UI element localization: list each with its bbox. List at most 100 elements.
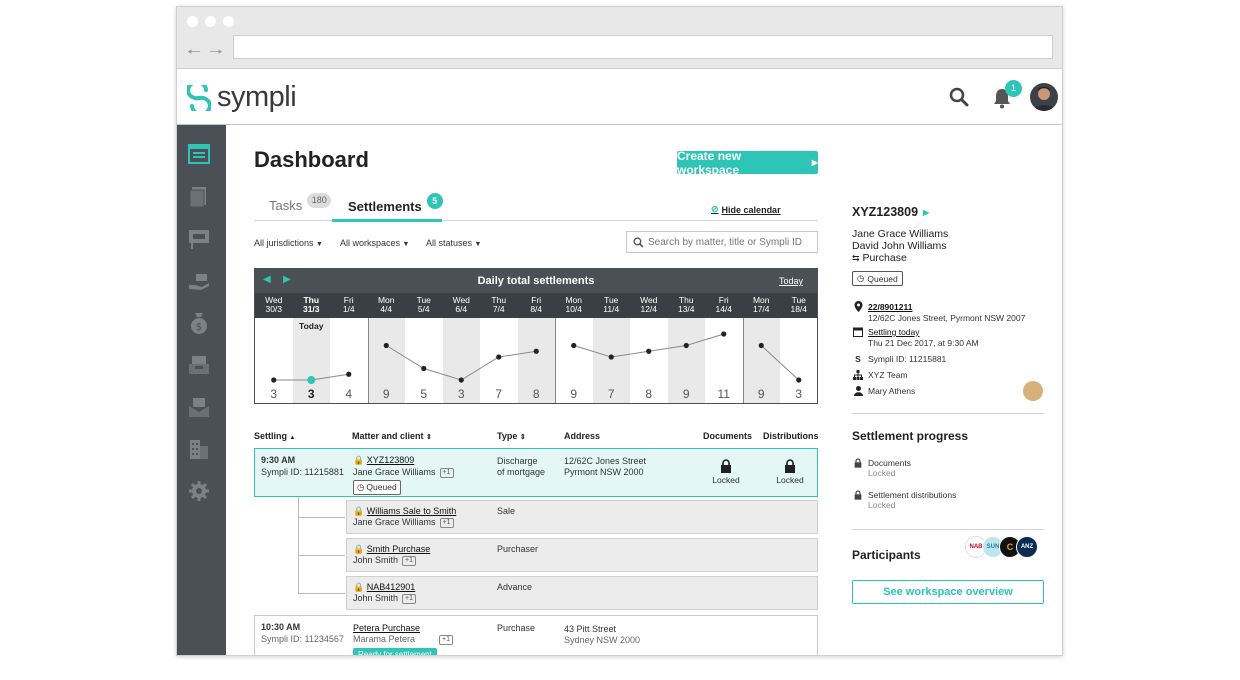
day-data-point[interactable] xyxy=(608,354,614,360)
calendar-day-header[interactable]: Wed 30/3 xyxy=(255,296,293,314)
title-ref-link[interactable]: 22/8901211 xyxy=(868,302,912,312)
calendar-day-header[interactable]: Thu 31/3 xyxy=(293,296,331,314)
day-data-point[interactable] xyxy=(271,377,277,383)
col-header-type[interactable]: Type ⇕ xyxy=(497,431,526,441)
matter-link[interactable]: Smith Purchase xyxy=(367,544,431,554)
filter-label: All workspaces xyxy=(340,238,401,248)
day-data-point[interactable] xyxy=(307,376,316,384)
status-filter[interactable]: All statuses ▼ xyxy=(426,238,481,248)
col-header-documents: Documents xyxy=(703,431,753,441)
calendar-day-header[interactable]: Mon 17/4 xyxy=(743,296,781,314)
day-data-point[interactable] xyxy=(721,331,727,337)
inbox-tray-icon[interactable] xyxy=(187,353,211,377)
jurisdiction-filter[interactable]: All jurisdictions ▼ xyxy=(254,238,323,248)
col-header-matter[interactable]: Matter and client ⇕ xyxy=(352,431,432,441)
settlement-progress-title: Settlement progress xyxy=(852,429,969,443)
calendar-day-header[interactable]: Wed 12/4 xyxy=(630,296,668,314)
gear-icon[interactable] xyxy=(187,479,211,503)
day-date: 6/4 xyxy=(455,304,468,314)
app-header: sympli 1 xyxy=(177,69,1062,125)
sidebar: $ xyxy=(177,125,226,655)
location-pin-icon xyxy=(852,301,864,312)
distributions-status: Locked xyxy=(765,459,815,485)
day-data-point[interactable] xyxy=(421,365,427,372)
calendar-day-header[interactable]: Mon 4/4 xyxy=(368,296,406,314)
matter-link[interactable]: Petera Purchase xyxy=(353,623,420,633)
noticeboard-icon[interactable] xyxy=(187,227,211,251)
calendar-day-header[interactable]: Fri 1/4 xyxy=(330,296,368,314)
role-line: ⇆ Purchase xyxy=(852,252,907,264)
window-dot xyxy=(223,16,234,27)
documents-icon[interactable] xyxy=(187,185,211,209)
more-clients-badge[interactable]: +1 xyxy=(439,468,454,478)
money-bag-icon[interactable]: $ xyxy=(187,311,211,335)
caret-right-icon: ▶ xyxy=(923,207,930,217)
more-clients-badge[interactable]: +1 xyxy=(402,594,417,604)
day-date: 4/4 xyxy=(380,304,393,314)
table-row[interactable]: 9:30 AM Sympli ID: 11215881 🔒 XYZ123809 … xyxy=(254,448,818,497)
calendar-day-header[interactable]: Tue 11/4 xyxy=(593,296,631,314)
workspace-filter[interactable]: All workspaces ▼ xyxy=(340,238,409,248)
calendar-day-header[interactable]: Wed 6/4 xyxy=(443,296,481,314)
settle-time: 10:30 AM xyxy=(261,622,301,632)
hand-money-icon[interactable] xyxy=(187,269,211,293)
forward-arrow-icon[interactable]: 🠒 xyxy=(209,41,223,68)
table-row[interactable]: 10:30 AM Sympli ID: 11234567 Petera Purc… xyxy=(254,615,818,655)
calendar-day-header[interactable]: Fri 8/4 xyxy=(518,296,556,314)
day-data-point[interactable] xyxy=(533,348,539,354)
participant-logo[interactable]: ANZ xyxy=(1016,536,1038,558)
sympli-logo[interactable]: sympli xyxy=(187,81,297,114)
back-arrow-icon[interactable]: 🠐 xyxy=(187,41,201,68)
calendar-day-header[interactable]: Tue 5/4 xyxy=(405,296,443,314)
sympli-s-icon: S xyxy=(855,354,861,364)
type-cell: Purchaser xyxy=(497,544,539,554)
tab-settlements[interactable]: Settlements 5 xyxy=(348,193,443,214)
hide-calendar-link[interactable]: ⊘ Hide calendar xyxy=(711,204,781,215)
active-tab-indicator xyxy=(332,219,442,222)
col-header-settling[interactable]: Settling ▲ xyxy=(254,431,295,441)
address-bar[interactable] xyxy=(233,35,1053,59)
matter-link[interactable]: XYZ123809 xyxy=(367,455,415,465)
day-data-point[interactable] xyxy=(571,342,577,349)
create-workspace-button[interactable]: Create new workspace ▶ xyxy=(677,149,818,177)
day-data-point[interactable] xyxy=(458,377,464,383)
calendar-list-icon[interactable] xyxy=(187,141,211,165)
day-data-point[interactable] xyxy=(496,354,502,360)
linked-workspace-row[interactable]: 🔒 NAB412901 John Smith +1 Advance xyxy=(346,576,818,610)
day-data-point[interactable] xyxy=(346,371,352,377)
more-clients-badge[interactable]: +1 xyxy=(439,635,454,645)
matter-cell: Petera Purchase xyxy=(353,623,420,634)
day-data-point[interactable] xyxy=(383,342,389,349)
day-data-point[interactable] xyxy=(683,342,689,349)
status-cell: Ready for settlement xyxy=(353,648,437,655)
calendar-day-header[interactable]: Thu 13/4 xyxy=(668,296,706,314)
see-workspace-overview-button[interactable]: See workspace overview xyxy=(852,580,1044,604)
today-link[interactable]: Today xyxy=(779,276,803,286)
day-data-point[interactable] xyxy=(796,377,802,383)
search-icon[interactable] xyxy=(949,87,969,112)
more-clients-badge[interactable]: +1 xyxy=(402,556,417,566)
window-dot xyxy=(205,16,216,27)
linked-workspace-row[interactable]: 🔒 Williams Sale to Smith Jane Grace Will… xyxy=(346,500,818,534)
linked-workspace-row[interactable]: 🔒 Smith Purchase John Smith +1 Purchaser xyxy=(346,538,818,572)
search-input[interactable] xyxy=(648,236,808,248)
user-avatar[interactable] xyxy=(1030,83,1058,111)
settle-time: 9:30 AM xyxy=(261,455,296,465)
more-clients-badge[interactable]: +1 xyxy=(439,518,454,528)
matter-link[interactable]: NAB412901 xyxy=(367,582,416,592)
matter-link[interactable]: Williams Sale to Smith xyxy=(367,506,457,516)
day-data-point[interactable] xyxy=(758,342,764,349)
settling-today-link[interactable]: Settling today xyxy=(868,327,920,337)
tab-tasks[interactable]: Tasks 180 xyxy=(269,193,332,213)
building-icon[interactable] xyxy=(187,437,211,461)
workspace-id-link[interactable]: XYZ123809 ▶ xyxy=(852,205,929,219)
client-name: Jane Grace Williams xyxy=(353,467,436,477)
mail-tray-icon[interactable] xyxy=(187,395,211,419)
calendar-day-header[interactable]: Thu 7/4 xyxy=(480,296,518,314)
calendar-day-header[interactable]: Fri 14/4 xyxy=(705,296,743,314)
calendar-day-header[interactable]: Mon 10/4 xyxy=(555,296,593,314)
assignee-avatar[interactable] xyxy=(1023,381,1043,401)
calendar-day-header[interactable]: Tue 18/4 xyxy=(780,296,818,314)
day-data-point[interactable] xyxy=(646,348,652,354)
caret-down-icon: ▼ xyxy=(316,241,323,248)
